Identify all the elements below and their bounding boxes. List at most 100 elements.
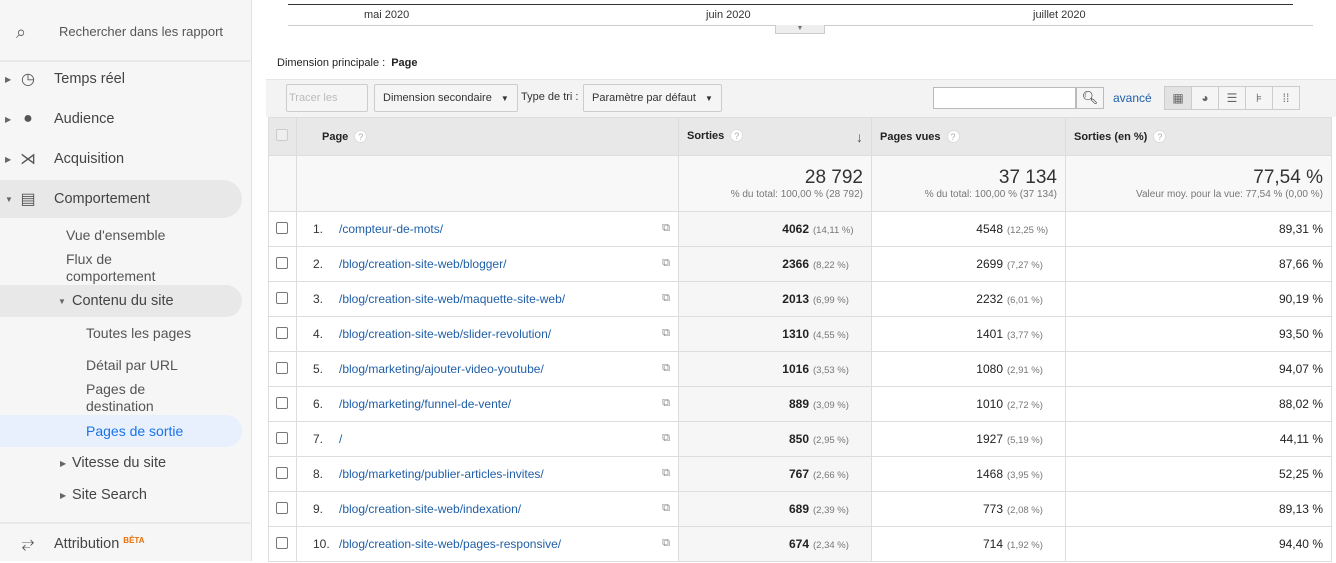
- primary-dimension-page[interactable]: Page: [391, 57, 417, 69]
- open-external-icon[interactable]: ⧉: [662, 327, 670, 340]
- axis-label: mai 2020: [364, 9, 410, 21]
- page-link[interactable]: /compteur-de-mots/: [339, 222, 443, 236]
- open-external-icon[interactable]: ⧉: [662, 292, 670, 305]
- nav-label: Temps réel: [54, 71, 125, 87]
- divider: [0, 522, 250, 524]
- nav-site-speed[interactable]: ▶ Vitesse du site: [0, 447, 242, 479]
- exit-rate-value: 44,11 %: [1279, 432, 1323, 446]
- beta-badge: BÊTA: [123, 536, 145, 545]
- row-checkbox[interactable]: [276, 361, 288, 374]
- page-link[interactable]: /blog/creation-site-web/slider-revolutio…: [339, 327, 551, 341]
- pie-view-icon[interactable]: ◕: [1191, 86, 1219, 110]
- search-placeholder[interactable]: Rechercher dans les rapport: [59, 24, 223, 39]
- page-link[interactable]: /blog/creation-site-web/blogger/: [339, 257, 506, 271]
- table-view-icon[interactable]: ▦: [1164, 86, 1192, 110]
- behavior-icon: ▤: [20, 191, 36, 208]
- exits-pct: (8,22 %): [813, 260, 849, 271]
- open-external-icon[interactable]: ⧉: [662, 362, 670, 375]
- page-link[interactable]: /blog/creation-site-web/pages-responsive…: [339, 537, 561, 551]
- report-search[interactable]: ⌕ Rechercher dans les rapport: [0, 0, 250, 62]
- exits-value: 767: [788, 467, 809, 481]
- header-label: Sorties: [687, 129, 725, 142]
- header-page[interactable]: Page?: [296, 117, 679, 156]
- help-icon[interactable]: ?: [730, 128, 744, 142]
- row-checkbox[interactable]: [276, 501, 288, 514]
- views-value: 1401: [976, 327, 1003, 341]
- nav-exit-pages[interactable]: Pages de sortie: [0, 415, 242, 447]
- row-checkbox[interactable]: [276, 536, 288, 549]
- plot-rows-button[interactable]: Tracer les lignes: [286, 84, 368, 130]
- open-external-icon[interactable]: ⧉: [662, 222, 670, 235]
- page-link[interactable]: /blog/creation-site-web/maquette-site-we…: [339, 292, 565, 306]
- exits-pct: (3,09 %): [813, 400, 849, 411]
- total-exits: 28 792: [804, 167, 863, 188]
- row-checkbox[interactable]: [276, 396, 288, 409]
- row-checkbox[interactable]: [276, 256, 288, 269]
- sort-type-label: Type de tri :: [521, 91, 579, 103]
- page-link[interactable]: /blog/marketing/funnel-de-vente/: [339, 397, 511, 411]
- exits-pct: (2,39 %): [813, 505, 849, 516]
- nav-realtime[interactable]: ▶ ◷ Temps réel: [0, 60, 242, 98]
- help-icon[interactable]: ?: [354, 130, 368, 143]
- table-search-input[interactable]: [933, 87, 1076, 109]
- table-row: 9. /blog/creation-site-web/indexation/ ⧉ 6…: [268, 491, 1332, 527]
- help-icon[interactable]: ?: [1153, 130, 1167, 143]
- exit-rate-value: 87,66 %: [1278, 257, 1323, 271]
- exits-pct: (6,99 %): [813, 295, 849, 306]
- open-external-icon[interactable]: ⧉: [662, 537, 670, 550]
- exits-value: 2366: [782, 257, 809, 271]
- secondary-dimension-dropdown[interactable]: Dimension secondaire ▼: [374, 84, 518, 112]
- nav-overview[interactable]: Vue d'ensemble: [66, 227, 165, 244]
- row-index: 4.: [313, 327, 324, 341]
- page-link[interactable]: /blog/marketing/ajouter-video-youtube/: [339, 362, 544, 376]
- exit-rate-value: 89,13 %: [1278, 502, 1323, 516]
- row-index: 7.: [313, 432, 324, 446]
- nav-url-detail[interactable]: Détail par URL: [86, 357, 178, 374]
- sort-desc-icon: ↓: [856, 128, 863, 145]
- total-views-sub: % du total: 100,00 % (37 134): [924, 189, 1057, 200]
- row-checkbox[interactable]: [276, 466, 288, 479]
- open-external-icon[interactable]: ⧉: [662, 397, 670, 410]
- row-index: 5.: [313, 362, 324, 376]
- nav-behavior[interactable]: ▼ ▤ Comportement: [0, 180, 242, 218]
- total-exits-sub: % du total: 100,00 % (28 792): [730, 189, 863, 200]
- nav-all-pages[interactable]: Toutes les pages: [86, 325, 191, 342]
- open-external-icon[interactable]: ⧉: [662, 502, 670, 515]
- header-exits[interactable]: Sorties? ↓: [678, 117, 872, 156]
- row-checkbox[interactable]: [276, 221, 288, 234]
- sidebar: ⌕ Rechercher dans les rapport ▶ ◷ Temps ré…: [0, 0, 252, 561]
- select-all-checkbox[interactable]: [268, 117, 297, 156]
- nav-site-content[interactable]: ▼ Contenu du site: [0, 285, 242, 317]
- views-pct: (1,92 %): [1007, 540, 1043, 551]
- open-external-icon[interactable]: ⧉: [662, 467, 670, 480]
- bar-view-icon[interactable]: ☰: [1218, 86, 1246, 110]
- row-index: 8.: [313, 467, 324, 481]
- totals-row: 28 792% du total: 100,00 % (28 792) 37 1…: [268, 155, 1332, 212]
- comparison-view-icon[interactable]: ⊧: [1245, 86, 1273, 110]
- row-checkbox[interactable]: [276, 291, 288, 304]
- sort-type-dropdown[interactable]: Paramètre par défaut ▼: [583, 84, 722, 112]
- table-row: 7. / ⧉ 850 (2,95 %) 1927 (5,19 %) 44,11 %: [268, 421, 1332, 457]
- nav-audience[interactable]: ▶ ● Audience: [0, 100, 242, 138]
- chevron-down-icon: ▼: [500, 94, 509, 103]
- header-exit-rate[interactable]: Sorties (en %)?: [1065, 117, 1332, 156]
- open-external-icon[interactable]: ⧉: [662, 432, 670, 445]
- pivot-view-icon[interactable]: ⁞⁞: [1272, 86, 1300, 110]
- page-link[interactable]: /: [339, 432, 342, 446]
- row-checkbox[interactable]: [276, 326, 288, 339]
- page-link[interactable]: /blog/marketing/publier-articles-invites…: [339, 467, 544, 481]
- chart-collapse-toggle[interactable]: ▼: [775, 25, 825, 34]
- open-external-icon[interactable]: ⧉: [662, 257, 670, 270]
- header-pageviews[interactable]: Pages vues?: [871, 117, 1066, 156]
- help-icon[interactable]: ?: [946, 130, 960, 143]
- nav-site-search[interactable]: ▶ Site Search: [0, 479, 242, 511]
- advanced-filter-link[interactable]: avancé: [1113, 91, 1152, 105]
- search-icon[interactable]: 🔍︎: [1076, 87, 1104, 109]
- nav-behavior-flow[interactable]: Flux de comportement: [66, 251, 186, 285]
- nav-attribution[interactable]: ⥂ Attribution BÊTA: [0, 525, 242, 563]
- page-link[interactable]: /blog/creation-site-web/indexation/: [339, 502, 521, 516]
- row-checkbox[interactable]: [276, 431, 288, 444]
- nav-acquisition[interactable]: ▶ ⋊ Acquisition: [0, 140, 242, 178]
- exits-value: 1310: [782, 327, 809, 341]
- nav-landing-pages[interactable]: Pages de destination: [86, 381, 186, 415]
